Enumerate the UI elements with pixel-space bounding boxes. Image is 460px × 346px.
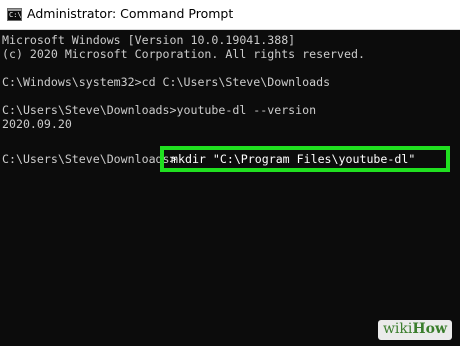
watermark-how: How	[412, 321, 447, 337]
console-icon: C:\	[7, 8, 22, 21]
watermark-wiki: wiki	[382, 321, 413, 337]
console-line: C:\Windows\system32>cd C:\Users\Steve\Do…	[2, 75, 331, 89]
console-line: (c) 2020 Microsoft Corporation. All righ…	[2, 47, 365, 61]
console-line: Microsoft Windows [Version 10.0.19041.38…	[2, 33, 296, 47]
title-bar[interactable]: C:\ Administrator: Command Prompt	[0, 0, 460, 30]
console-output[interactable]: Microsoft Windows [Version 10.0.19041.38…	[0, 30, 460, 346]
console-line: 2020.09.20	[2, 117, 72, 131]
console-line: C:\Users\Steve\Downloads>youtube-dl --ve…	[2, 103, 317, 117]
wikihow-watermark: wikiHow	[377, 320, 452, 340]
window-title: Administrator: Command Prompt	[27, 6, 234, 21]
console-prompt: C:\Users\Steve\Downloads>	[2, 152, 177, 166]
highlighted-command[interactable]: mkdir "C:\Program Files\youtube-dl"	[171, 152, 415, 166]
